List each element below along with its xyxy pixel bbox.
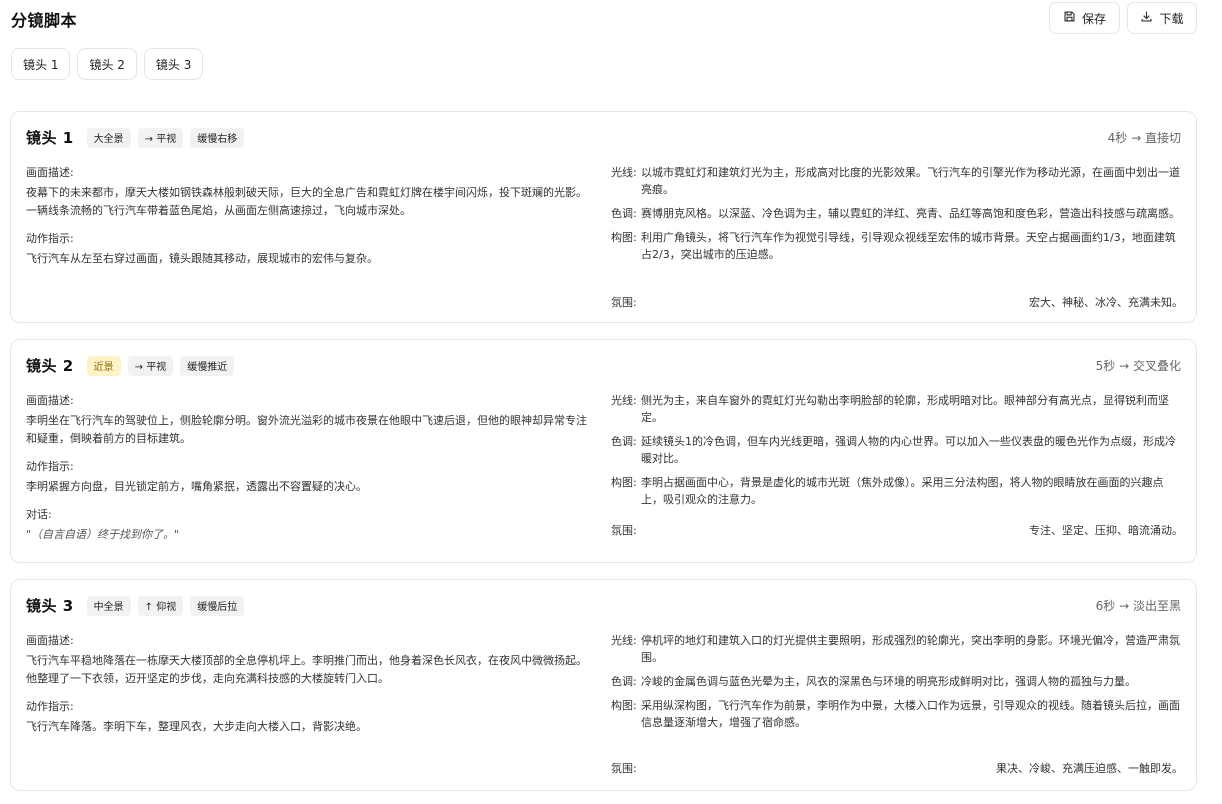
description-label: 画面描述:: [26, 394, 74, 407]
download-button-label: 下载: [1159, 11, 1184, 26]
description-text: 夜幕下的未来都市，摩天大楼如钢铁森林般刺破天际，巨大的全息广告和霓虹灯牌在楼宇间…: [26, 186, 587, 217]
dialogue-label: 对话:: [26, 508, 52, 521]
description-label: 画面描述:: [26, 634, 74, 647]
light-text: 侧光为主，来自车窗外的霓虹灯光勾勒出李明脸部的轮廓，形成明暗对比。眼神部分有高光…: [641, 394, 1169, 424]
shot-duration: 5秒 → 交叉叠化: [1095, 359, 1181, 373]
composition-label: 构图:: [611, 231, 637, 244]
light-text: 停机坪的地灯和建筑入口的灯光提供主要照明，形成强烈的轮廓光，突出李明的身影。环境…: [641, 634, 1180, 664]
mood-text: 果决、冷峻、充满压迫感、一触即发。: [996, 762, 1183, 775]
dialogue-text: "（自言自语）终于找到你了。": [26, 528, 180, 541]
shot-style-notes: 光线: 停机坪的地灯和建筑入口的灯光提供主要照明，形成强烈的轮廓光，突出李明的身影…: [611, 632, 1183, 775]
description-text: 飞行汽车平稳地降落在一栋摩天大楼顶部的全息停机坪上。李明推门而出，他身着深色长风…: [26, 654, 587, 685]
camera-movement-badge: 缓慢右移: [190, 127, 245, 148]
mood-row: 氛围: 宏大、神秘、冰冷、充满未知。: [611, 294, 1183, 310]
color-label: 色调:: [611, 207, 637, 220]
composition-row: 构图: 利用广角镜头，将飞行汽车作为视觉引导线，引导观众视线至宏伟的城市背景。天空…: [611, 229, 1183, 263]
shot-card-header: 镜头 3 中全景 ↑ 仰视 缓慢后拉: [26, 595, 245, 616]
mood-text: 宏大、神秘、冰冷、充满未知。: [1029, 296, 1183, 309]
description-text: 李明坐在飞行汽车的驾驶位上，侧脸轮廓分明。窗外流光溢彩的城市夜景在他眼中飞速后退…: [26, 414, 587, 445]
camera-angle-badge: → 平视: [127, 355, 174, 376]
composition-text: 李明占据画面中心，背景是虚化的城市光斑（焦外成像）。采用三分法构图，将人物的眼睛…: [641, 476, 1164, 506]
shot-card-header: 镜头 2 近景 → 平视 缓慢推近: [26, 355, 235, 376]
mood-label: 氛围:: [611, 762, 637, 775]
tab-shot-2[interactable]: 镜头 2: [77, 48, 137, 80]
save-button-label: 保存: [1081, 11, 1106, 26]
shot-size-badge: 大全景: [86, 127, 131, 148]
shot-duration: 4秒 → 直接切: [1107, 131, 1181, 145]
description-label: 画面描述:: [26, 166, 74, 179]
shot-style-notes: 光线: 以城市霓虹灯和建筑灯光为主，形成高对比度的光影效果。飞行汽车的引擎光作为移…: [611, 164, 1183, 309]
shot-size-badge: 中全景: [86, 595, 131, 616]
page-title: 分镜脚本: [11, 11, 78, 30]
composition-label: 构图:: [611, 476, 637, 489]
shot-style-notes: 光线: 侧光为主，来自车窗外的霓虹灯光勾勒出李明脸部的轮廓，形成明暗对比。眼神部分…: [611, 392, 1183, 537]
mood-label: 氛围:: [611, 524, 637, 537]
light-label: 光线:: [611, 394, 637, 407]
color-label: 色调:: [611, 675, 637, 688]
mood-row: 氛围: 专注、坚定、压抑、暗流涌动。: [611, 522, 1183, 538]
action-label: 动作指示:: [26, 700, 74, 713]
action-text: 李明紧握方向盘，目光锁定前方，嘴角紧抿，透露出不容置疑的决心。: [26, 480, 367, 493]
light-label: 光线:: [611, 634, 637, 647]
download-button[interactable]: 下载: [1127, 2, 1197, 34]
mood-label: 氛围:: [611, 296, 637, 309]
light-row: 光线: 以城市霓虹灯和建筑灯光为主，形成高对比度的光影效果。飞行汽车的引擎光作为移…: [611, 164, 1183, 198]
mood-text: 专注、坚定、压抑、暗流涌动。: [1029, 524, 1183, 537]
shot-title: 镜头 3: [26, 597, 74, 615]
camera-movement-badge: 缓慢推近: [180, 355, 235, 376]
download-icon: [1140, 10, 1153, 26]
shot-card-header: 镜头 1 大全景 → 平视 缓慢右移: [26, 127, 245, 148]
save-button[interactable]: 保存: [1049, 2, 1120, 34]
save-icon: [1063, 10, 1076, 26]
tab-shot-1[interactable]: 镜头 1: [11, 48, 71, 80]
color-row: 色调: 冷峻的金属色调与蓝色光晕为主，风衣的深黑色与环境的明亮形成鲜明对比，强调人…: [611, 673, 1183, 690]
light-text: 以城市霓虹灯和建筑灯光为主，形成高对比度的光影效果。飞行汽车的引擎光作为移动光源…: [641, 166, 1180, 196]
color-label: 色调:: [611, 435, 637, 448]
action-label: 动作指示:: [26, 232, 74, 245]
camera-movement-badge: 缓慢后拉: [190, 595, 245, 616]
shot-title: 镜头 1: [26, 129, 74, 147]
shot-duration: 6秒 → 淡出至黑: [1095, 599, 1181, 613]
color-text: 赛博朋克风格。以深蓝、冷色调为主，辅以霓虹的洋红、亮青、品红等高饱和度色彩，营造…: [641, 207, 1180, 220]
light-row: 光线: 停机坪的地灯和建筑入口的灯光提供主要照明，形成强烈的轮廓光，突出李明的身影…: [611, 632, 1183, 666]
shot-tabs: 镜头 1 镜头 2 镜头 3: [11, 48, 204, 80]
light-row: 光线: 侧光为主，来自车窗外的霓虹灯光勾勒出李明脸部的轮廓，形成明暗对比。眼神部分…: [611, 392, 1183, 426]
color-text: 延续镜头1的冷色调，但车内光线更暗，强调人物的内心世界。可以加入一些仪表盘的暖色…: [641, 435, 1176, 465]
shot-size-badge: 近景: [86, 355, 121, 376]
composition-row: 构图: 采用纵深构图，飞行汽车作为前景，李明作为中景，大楼入口作为远景，引导观众的…: [611, 697, 1183, 731]
color-row: 色调: 赛博朋克风格。以深蓝、冷色调为主，辅以霓虹的洋红、亮青、品红等高饱和度色彩…: [611, 205, 1183, 222]
camera-angle-badge: → 平视: [137, 127, 184, 148]
shot-details: 画面描述: 夜幕下的未来都市，摩天大楼如钢铁森林般刺破天际，巨大的全息广告和霓虹…: [26, 164, 596, 278]
shot-details: 画面描述: 飞行汽车平稳地降落在一栋摩天大楼顶部的全息停机坪上。李明推门而出，他…: [26, 632, 596, 746]
composition-label: 构图:: [611, 699, 637, 712]
light-label: 光线:: [611, 166, 637, 179]
header: 分镜脚本 保存 下载: [0, 0, 1222, 36]
camera-angle-badge: ↑ 仰视: [137, 595, 184, 616]
shot-title: 镜头 2: [26, 357, 74, 375]
composition-row: 构图: 李明占据画面中心，背景是虚化的城市光斑（焦外成像）。采用三分法构图，将人物…: [611, 474, 1183, 508]
shot-card-1: 镜头 1 大全景 → 平视 缓慢右移 4秒 → 直接切 画面描述: 夜幕下的未来…: [10, 111, 1197, 323]
composition-text: 利用广角镜头，将飞行汽车作为视觉引导线，引导观众视线至宏伟的城市背景。天空占据画…: [641, 231, 1176, 261]
action-text: 飞行汽车从左至右穿过画面，镜头跟随其移动，展现城市的宏伟与复杂。: [26, 252, 378, 265]
action-label: 动作指示:: [26, 460, 74, 473]
shot-details: 画面描述: 李明坐在飞行汽车的驾驶位上，侧脸轮廓分明。窗外流光溢彩的城市夜景在他…: [26, 392, 596, 554]
action-text: 飞行汽车降落。李明下车，整理风衣，大步走向大楼入口，背影决绝。: [26, 720, 367, 733]
composition-text: 采用纵深构图，飞行汽车作为前景，李明作为中景，大楼入口作为远景，引导观众的视线。…: [641, 699, 1180, 729]
shot-card-2: 镜头 2 近景 → 平视 缓慢推近 5秒 → 交叉叠化 画面描述: 李明坐在飞行…: [10, 339, 1197, 563]
shot-card-3: 镜头 3 中全景 ↑ 仰视 缓慢后拉 6秒 → 淡出至黑 画面描述: 飞行汽车平…: [10, 579, 1197, 791]
color-text: 冷峻的金属色调与蓝色光晕为主，风衣的深黑色与环境的明亮形成鲜明对比，强调人物的孤…: [641, 675, 1136, 688]
tab-shot-3[interactable]: 镜头 3: [143, 48, 204, 80]
mood-row: 氛围: 果决、冷峻、充满压迫感、一触即发。: [611, 760, 1183, 776]
color-row: 色调: 延续镜头1的冷色调，但车内光线更暗，强调人物的内心世界。可以加入一些仪表盘…: [611, 433, 1183, 467]
